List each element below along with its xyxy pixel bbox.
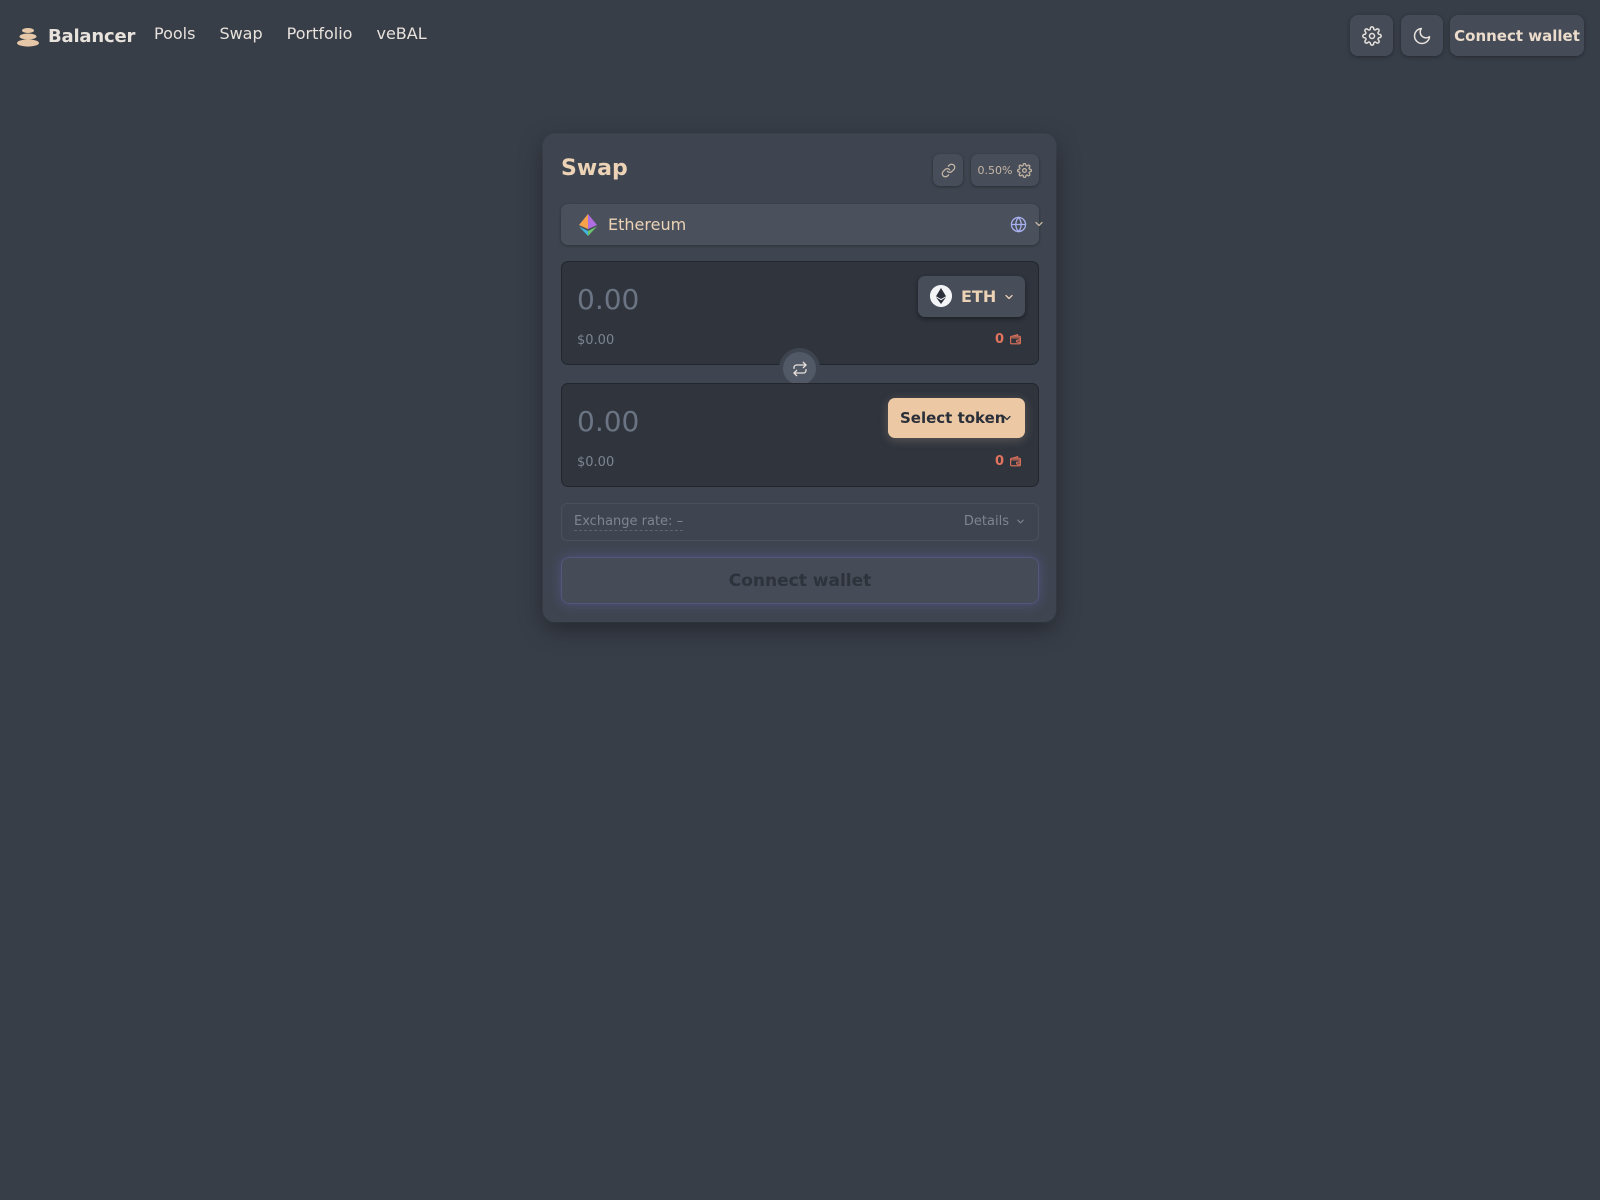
swap-title: Swap — [561, 156, 628, 181]
eth-token-icon — [930, 285, 952, 307]
nav-item-vebal[interactable]: veBAL — [376, 24, 426, 43]
chevron-down-icon — [1005, 294, 1013, 300]
token-in-select-button[interactable]: ETH — [918, 276, 1025, 317]
header-connect-wallet-button[interactable]: Connect wallet — [1450, 15, 1584, 56]
balancer-logo-icon — [17, 28, 39, 47]
token-out-panel: Select token $0.00 0 — [561, 383, 1039, 487]
nav-item-swap[interactable]: Swap — [219, 24, 262, 43]
token-out-balance[interactable]: 0 — [995, 454, 1022, 469]
swap-arrows-icon — [792, 361, 807, 376]
network-selector[interactable]: Ethereum — [561, 204, 1043, 245]
nav-item-pools[interactable]: Pools — [154, 24, 195, 43]
moon-icon — [1413, 27, 1431, 44]
token-out-amount-input[interactable] — [577, 401, 877, 441]
wallet-icon — [1010, 334, 1021, 345]
flip-tokens-button[interactable] — [783, 352, 816, 385]
token-out-usd-value: $0.00 — [577, 455, 615, 470]
select-token-label: Select token — [900, 409, 1006, 427]
brand-link[interactable]: Balancer — [16, 22, 135, 50]
brand-name: Balancer — [48, 25, 136, 47]
token-in-balance-value: 0 — [994, 332, 1004, 347]
gear-icon — [1017, 162, 1033, 178]
details-label: Details — [963, 514, 1009, 529]
theme-toggle-button[interactable] — [1401, 15, 1443, 56]
ethereum-network-icon — [579, 214, 597, 236]
swap-card: Swap 0.50% Ethereum 0.00 ETH $0.00 0 0.0… — [543, 134, 1056, 622]
token-out-balance-value: 0 — [994, 454, 1004, 469]
top-header: Balancer Pools Swap Portfolio veBAL Conn… — [0, 0, 1600, 72]
slippage-settings-button[interactable]: 0.50% — [971, 154, 1039, 186]
select-token-button[interactable]: Select token — [888, 398, 1025, 438]
chevron-down-icon — [1017, 519, 1024, 524]
main-nav: Pools Swap Portfolio veBAL — [154, 24, 427, 43]
token-in-amount-input[interactable] — [577, 279, 877, 319]
chevron-down-icon — [1003, 415, 1011, 421]
exchange-rate-bar: Exchange rate: – Details — [561, 503, 1039, 541]
token-in-panel: ETH $0.00 0 — [561, 261, 1039, 365]
wallet-icon — [1010, 456, 1021, 467]
slippage-value: 0.50% — [977, 163, 1013, 177]
chevron-down-icon — [1035, 221, 1043, 227]
exchange-rate-text: Exchange rate: – — [574, 514, 684, 531]
nav-item-portfolio[interactable]: Portfolio — [287, 24, 353, 43]
link-icon — [941, 163, 955, 177]
globe-icon — [1010, 216, 1027, 233]
connect-wallet-button[interactable]: Connect wallet — [561, 557, 1039, 604]
token-in-balance[interactable]: 0 — [995, 332, 1022, 347]
copy-link-button[interactable] — [933, 154, 963, 186]
network-name: Ethereum — [608, 215, 687, 234]
gear-icon — [1361, 25, 1382, 46]
token-in-usd-value: $0.00 — [577, 333, 615, 348]
details-toggle[interactable]: Details — [964, 514, 1026, 529]
settings-button[interactable] — [1350, 15, 1393, 56]
token-in-symbol: ETH — [961, 287, 997, 306]
